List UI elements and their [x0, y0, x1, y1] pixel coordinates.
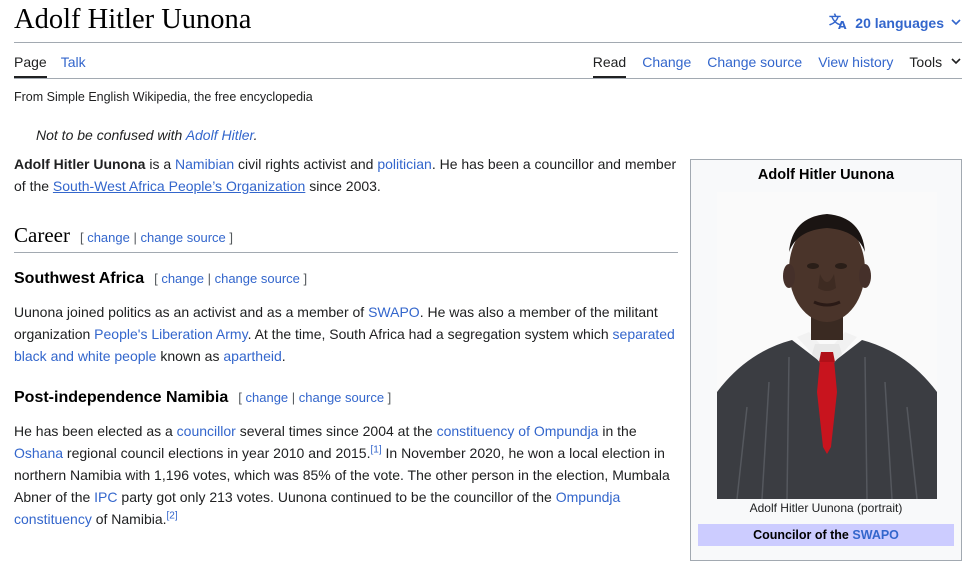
- heading-text: Post-independence Namibia: [14, 389, 229, 406]
- namespace-tabs: Page Talk: [14, 54, 86, 78]
- separator: |: [288, 390, 299, 405]
- section-edit-links: [ change | change source ]: [154, 271, 307, 286]
- tagline: From Simple English Wikipedia, the free …: [14, 90, 313, 104]
- para-text: of Namibia.: [91, 511, 167, 527]
- reference-2[interactable]: [2]: [167, 510, 178, 521]
- reference-1[interactable]: [1]: [370, 444, 381, 455]
- edit-change-link[interactable]: change: [246, 390, 289, 405]
- bracket: [: [238, 390, 246, 405]
- translate-icon: 文A: [829, 12, 849, 33]
- edit-change-link[interactable]: change: [87, 230, 130, 245]
- infobox-title: Adolf Hitler Uunona: [757, 167, 895, 183]
- hatnote-link[interactable]: Adolf Hitler: [186, 127, 254, 143]
- paragraph-southwest: Uunona joined politics as an activist an…: [14, 301, 679, 367]
- tab-change-source[interactable]: Change source: [707, 54, 802, 76]
- edit-change-source-link[interactable]: change source: [215, 271, 300, 286]
- tab-change[interactable]: Change: [642, 54, 691, 76]
- lead-text: is a: [145, 156, 176, 172]
- para-text: .: [281, 348, 286, 364]
- heading-text: Southwest Africa: [14, 270, 145, 287]
- svg-text:A: A: [838, 19, 847, 30]
- link-swapo-full[interactable]: South-West Africa People’s Organization: [53, 178, 305, 194]
- link-ipc[interactable]: IPC: [94, 489, 117, 505]
- separator: |: [129, 230, 141, 245]
- para-text: several times since 2004 at the: [235, 423, 437, 439]
- link-swapo[interactable]: SWAPO: [368, 304, 420, 320]
- portrait-image[interactable]: [717, 192, 937, 499]
- separator: |: [203, 271, 215, 286]
- view-tabs: Read Change Change source View history T…: [592, 54, 962, 78]
- link-swapo-infobox[interactable]: SWAPO: [852, 528, 899, 542]
- hatnote-suffix: .: [253, 127, 258, 143]
- link-oshana[interactable]: Oshana: [14, 445, 63, 461]
- tab-read[interactable]: Read: [592, 54, 627, 78]
- para-text: He has been elected as a: [14, 423, 177, 439]
- para-text: known as: [156, 348, 224, 364]
- tab-view-history[interactable]: View history: [818, 54, 893, 76]
- language-selector[interactable]: 文A 20 languages: [829, 12, 962, 33]
- link-namibian[interactable]: Namibian: [175, 156, 234, 172]
- portrait-caption: Adolf Hitler Uunona (portrait): [749, 501, 903, 515]
- edit-change-source-link[interactable]: change source: [140, 230, 225, 245]
- link-constituency-ompundja[interactable]: constituency of Ompundja: [437, 423, 599, 439]
- link-politician[interactable]: politician: [377, 156, 431, 172]
- section-heading-career: Career [ change | change source ]: [14, 223, 678, 253]
- para-text: Uunona joined politics as an activist an…: [14, 304, 369, 320]
- link-plan[interactable]: People's Liberation Army: [94, 326, 247, 342]
- lead-text: since 2003.: [305, 178, 381, 194]
- tabs-divider: [14, 78, 962, 79]
- hatnote: Not to be confused with Adolf Hitler.: [36, 127, 258, 143]
- lead-paragraph: Adolf Hitler Uunona is a Namibian civil …: [14, 153, 679, 197]
- para-text: party got only 213 votes. Uunona continu…: [117, 489, 556, 505]
- para-text: in the: [598, 423, 637, 439]
- section-heading-post-independence: Post-independence Namibia [ change | chan…: [14, 389, 391, 407]
- office-text: Councilor of the: [753, 528, 853, 542]
- lead-text: civil rights activist and: [234, 156, 378, 172]
- heading-text: Career: [14, 223, 70, 247]
- infobox: Adolf Hitler Uunona Adolf Hitler Uunona …: [690, 159, 962, 561]
- title-divider: [14, 42, 962, 43]
- bracket: ]: [299, 271, 308, 286]
- para-text: regional council elections in year 2010 …: [63, 445, 371, 461]
- chevron-down-icon: [950, 54, 962, 70]
- tab-talk[interactable]: Talk: [61, 54, 86, 78]
- lead-bold-name: Adolf Hitler Uunona: [14, 156, 146, 172]
- chevron-down-icon: [950, 15, 962, 31]
- link-apartheid[interactable]: apartheid: [223, 348, 281, 364]
- edit-change-link[interactable]: change: [161, 271, 204, 286]
- section-heading-southwest: Southwest Africa [ change | change source…: [14, 270, 307, 288]
- page-title: Adolf Hitler Uunona: [14, 4, 252, 35]
- hatnote-text: Not to be confused with: [36, 127, 186, 143]
- section-edit-links: [ change | change source ]: [80, 230, 233, 245]
- bracket: ]: [225, 230, 233, 245]
- link-councillor[interactable]: councillor: [177, 423, 236, 439]
- languages-label: 20 languages: [855, 14, 944, 31]
- tools-label: Tools: [909, 54, 943, 70]
- tab-page[interactable]: Page: [14, 54, 47, 78]
- tools-menu[interactable]: Tools: [909, 54, 962, 76]
- paragraph-post-independence: He has been elected as a councillor seve…: [14, 420, 679, 530]
- para-text: . At the time, South Africa had a segreg…: [247, 326, 613, 342]
- edit-change-source-link[interactable]: change source: [299, 390, 384, 405]
- section-edit-links: [ change | change source ]: [238, 390, 391, 405]
- bracket: ]: [384, 390, 392, 405]
